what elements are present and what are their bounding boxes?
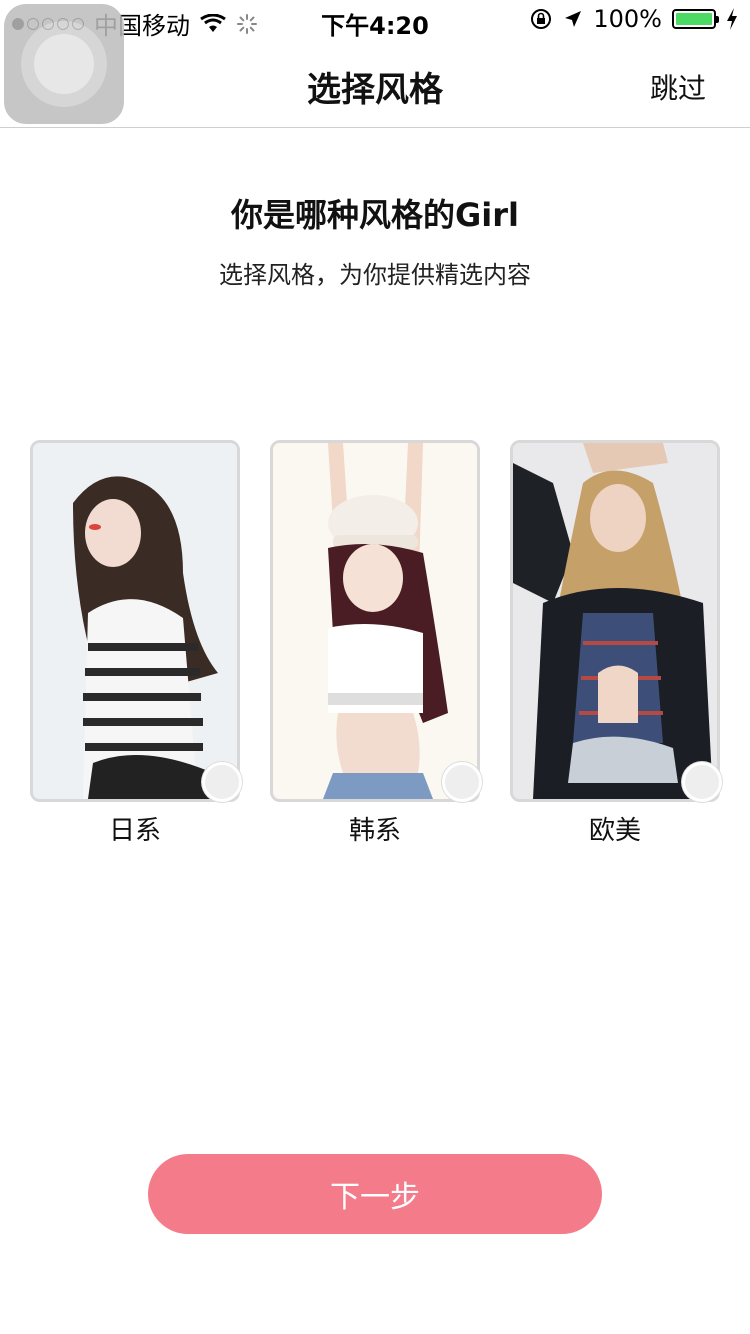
photo-japanese-style — [30, 440, 240, 802]
page-title: 选择风格 — [307, 70, 443, 110]
orientation-lock-icon — [531, 9, 552, 29]
style-label-japanese: 日系 — [108, 816, 161, 846]
select-radio-japanese[interactable] — [202, 762, 242, 802]
status-right: 100% — [529, 5, 738, 33]
next-step-button[interactable]: 下一步 — [148, 1154, 602, 1234]
style-label-western: 欧美 — [588, 816, 641, 846]
skip-button[interactable]: 跳过 — [650, 67, 706, 107]
charging-bolt-icon — [727, 8, 737, 30]
style-question-subtitle: 选择风格，为你提供精选内容 — [219, 261, 531, 289]
photo-western-style — [510, 440, 720, 802]
style-option-korean[interactable]: 韩系 — [270, 440, 482, 860]
photo-korean-style — [270, 440, 480, 802]
battery-icon — [672, 9, 719, 29]
select-radio-western[interactable] — [682, 762, 722, 802]
navigation-bar: 选择风格 跳过 — [0, 40, 750, 128]
style-option-western[interactable]: 欧美 — [510, 440, 722, 860]
style-label-korean: 韩系 — [348, 816, 401, 846]
style-question-heading: 你是哪种风格的Girl — [231, 196, 519, 234]
style-options: 日系 韩系 欧美 — [30, 440, 722, 860]
location-arrow-icon — [565, 11, 582, 27]
battery-percent: 100% — [593, 5, 662, 33]
style-option-japanese[interactable]: 日系 — [30, 440, 242, 860]
select-radio-korean[interactable] — [442, 762, 482, 802]
